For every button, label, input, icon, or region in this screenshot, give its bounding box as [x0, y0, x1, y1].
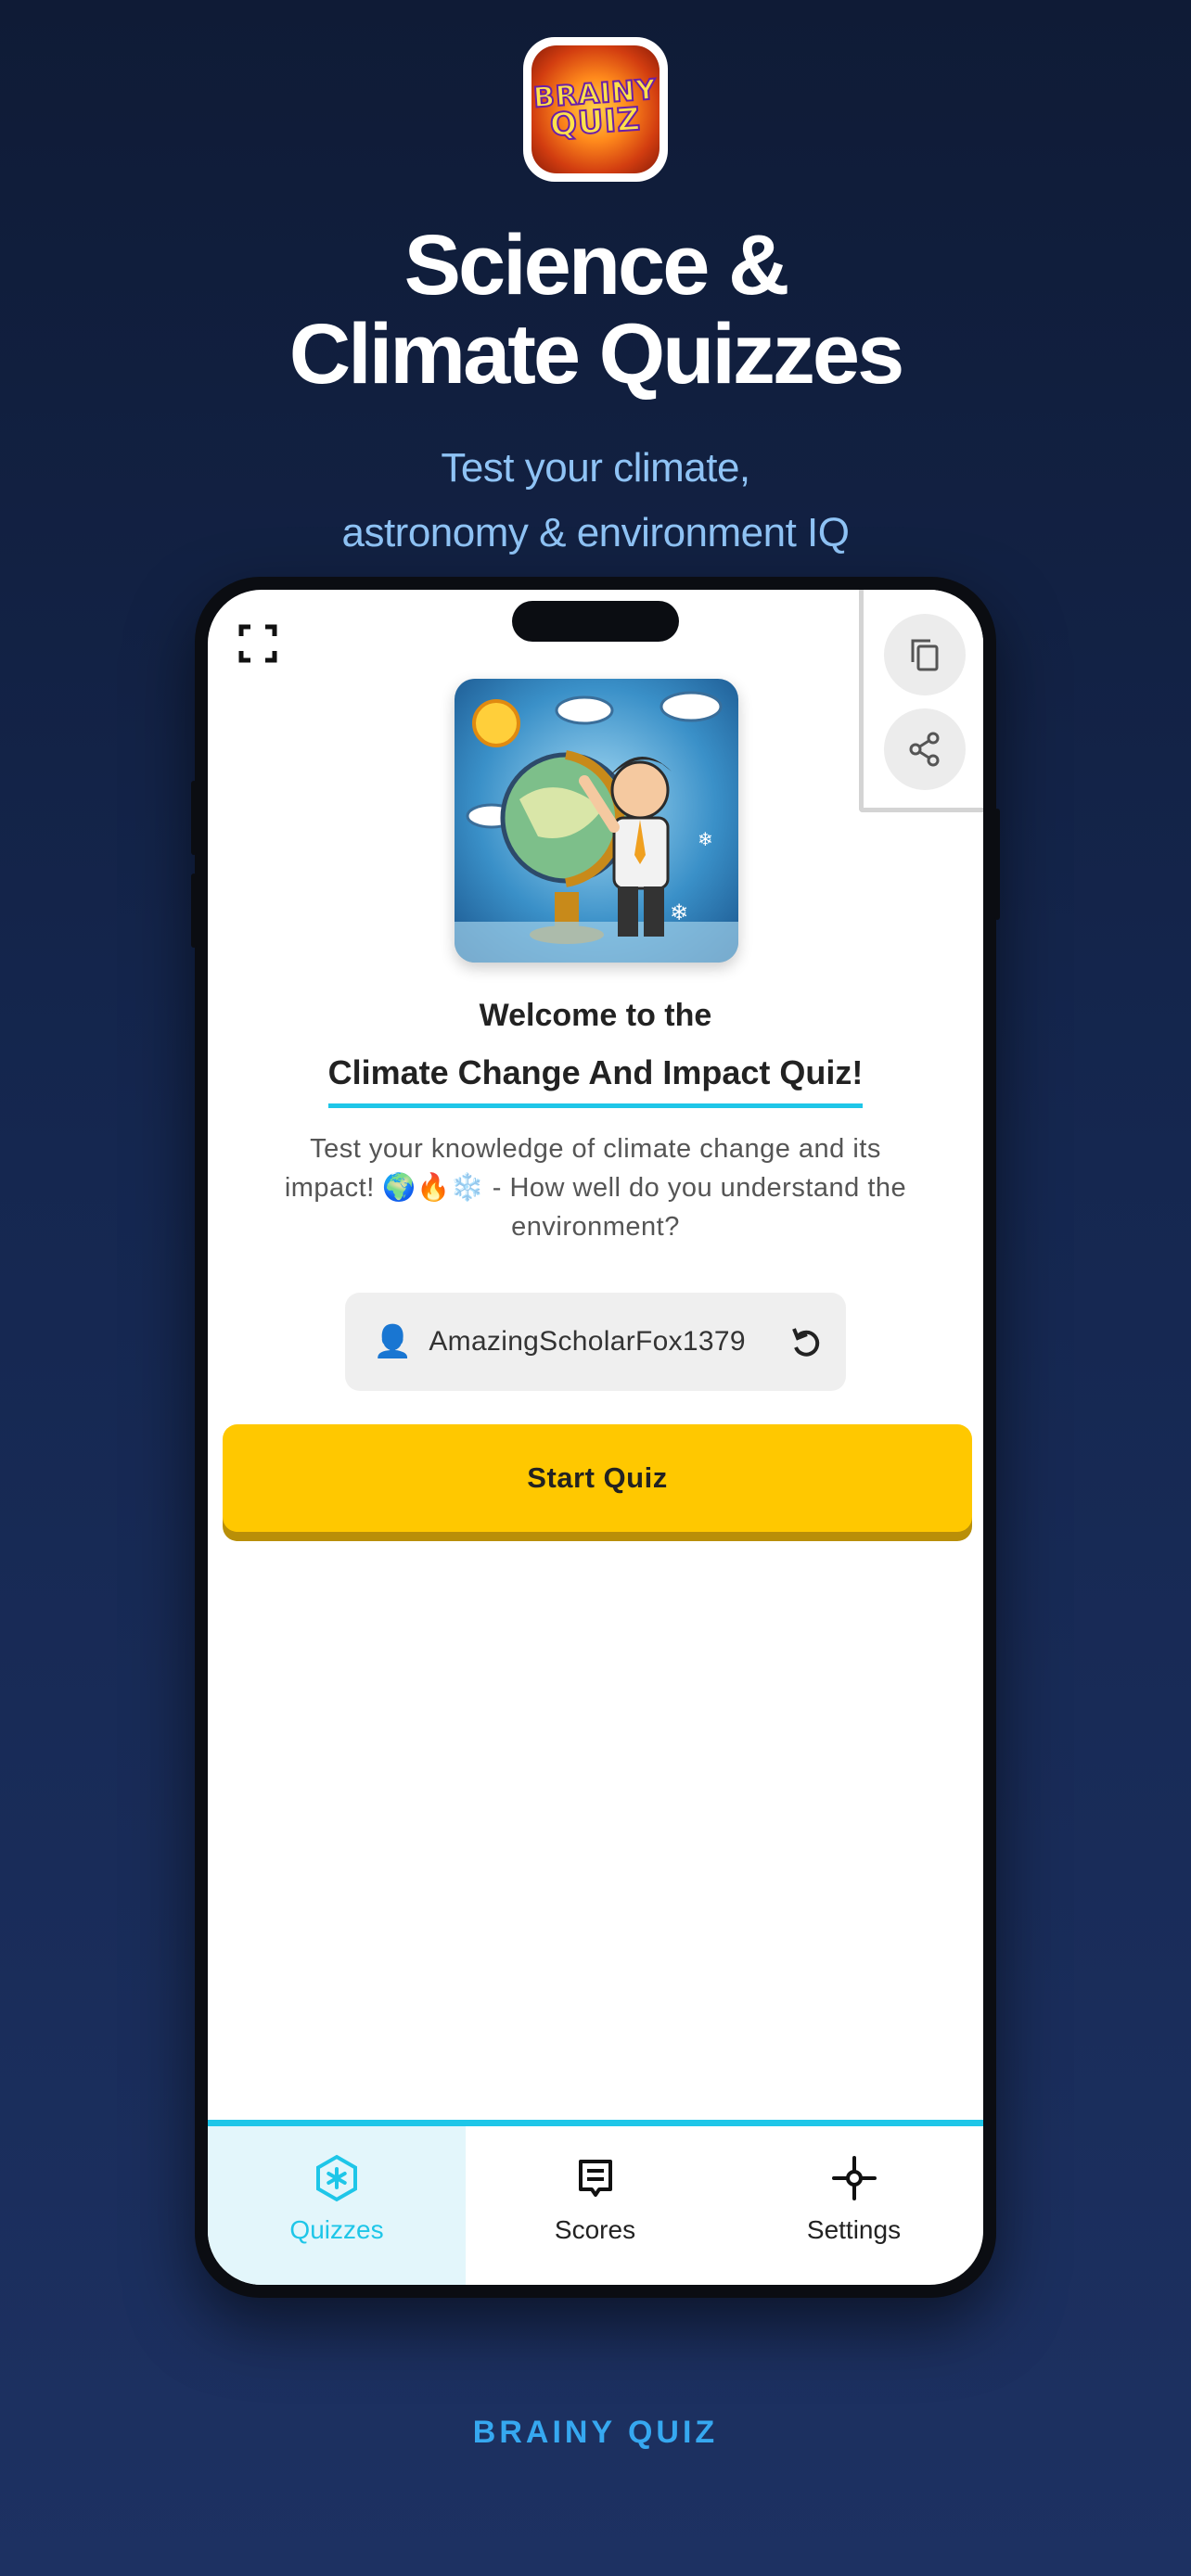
bottom-tab-bar: Quizzes Scores Settings — [208, 2120, 983, 2285]
svg-text:❄: ❄ — [698, 828, 713, 850]
scores-icon — [578, 2160, 612, 2197]
subheadline-line-1: Test your climate, — [441, 445, 750, 491]
start-quiz-button[interactable]: Start Quiz — [223, 1424, 972, 1532]
copy-icon — [911, 639, 939, 671]
quiz-description: Test your knowledge of climate change an… — [284, 1134, 907, 1242]
phone-frame: ❄ ❄ Welcome to the Climate Change And Im… — [191, 577, 1000, 2298]
username-field: 👤 AmazingScholarFox1379 — [345, 1293, 846, 1391]
user-icon: 👤 — [373, 1324, 413, 1359]
headline: Science & Climate Quizzes — [0, 221, 1191, 399]
headline-line-1: Science & — [403, 218, 790, 312]
settings-icon — [831, 2156, 877, 2200]
tab-quizzes[interactable]: Quizzes — [208, 2126, 466, 2285]
svg-text:❄: ❄ — [670, 899, 688, 925]
subheadline: Test your climate, astronomy & environme… — [0, 436, 1191, 566]
refresh-username-icon[interactable] — [785, 1321, 826, 1362]
phone-volume-up — [191, 781, 197, 855]
quiz-cover-image: ❄ ❄ — [455, 679, 738, 963]
quizzes-icon — [316, 2154, 357, 2202]
subheadline-line-2: astronomy & environment IQ — [341, 510, 850, 555]
footer-brand: BRAINY QUIZ — [472, 2415, 719, 2450]
tab-quizzes-label: Quizzes — [289, 2215, 384, 2244]
logo-text-quiz: QUIZ — [548, 100, 643, 146]
tab-scores-label: Scores — [554, 2215, 636, 2244]
phone-screen: ❄ ❄ Welcome to the Climate Change And Im… — [208, 590, 983, 2285]
share-icon — [909, 732, 940, 767]
fullscreen-icon[interactable] — [237, 623, 278, 664]
tab-settings-label: Settings — [806, 2215, 902, 2244]
tab-settings[interactable]: Settings — [724, 2126, 983, 2285]
username-value: AmazingScholarFox1379 — [429, 1326, 746, 1357]
share-button[interactable] — [884, 708, 966, 790]
quiz-title: Climate Change And Impact Quiz! — [327, 1053, 864, 1108]
copy-button[interactable] — [884, 614, 966, 695]
dynamic-island — [512, 601, 679, 642]
headline-line-2: Climate Quizzes — [288, 307, 905, 402]
action-panel — [859, 590, 983, 812]
tab-scores[interactable]: Scores — [466, 2126, 724, 2285]
phone-volume-down — [191, 874, 197, 948]
welcome-text: Welcome to the — [479, 998, 712, 1033]
phone-power-button — [994, 809, 1000, 920]
app-logo: BRAINY QUIZ — [523, 37, 668, 182]
